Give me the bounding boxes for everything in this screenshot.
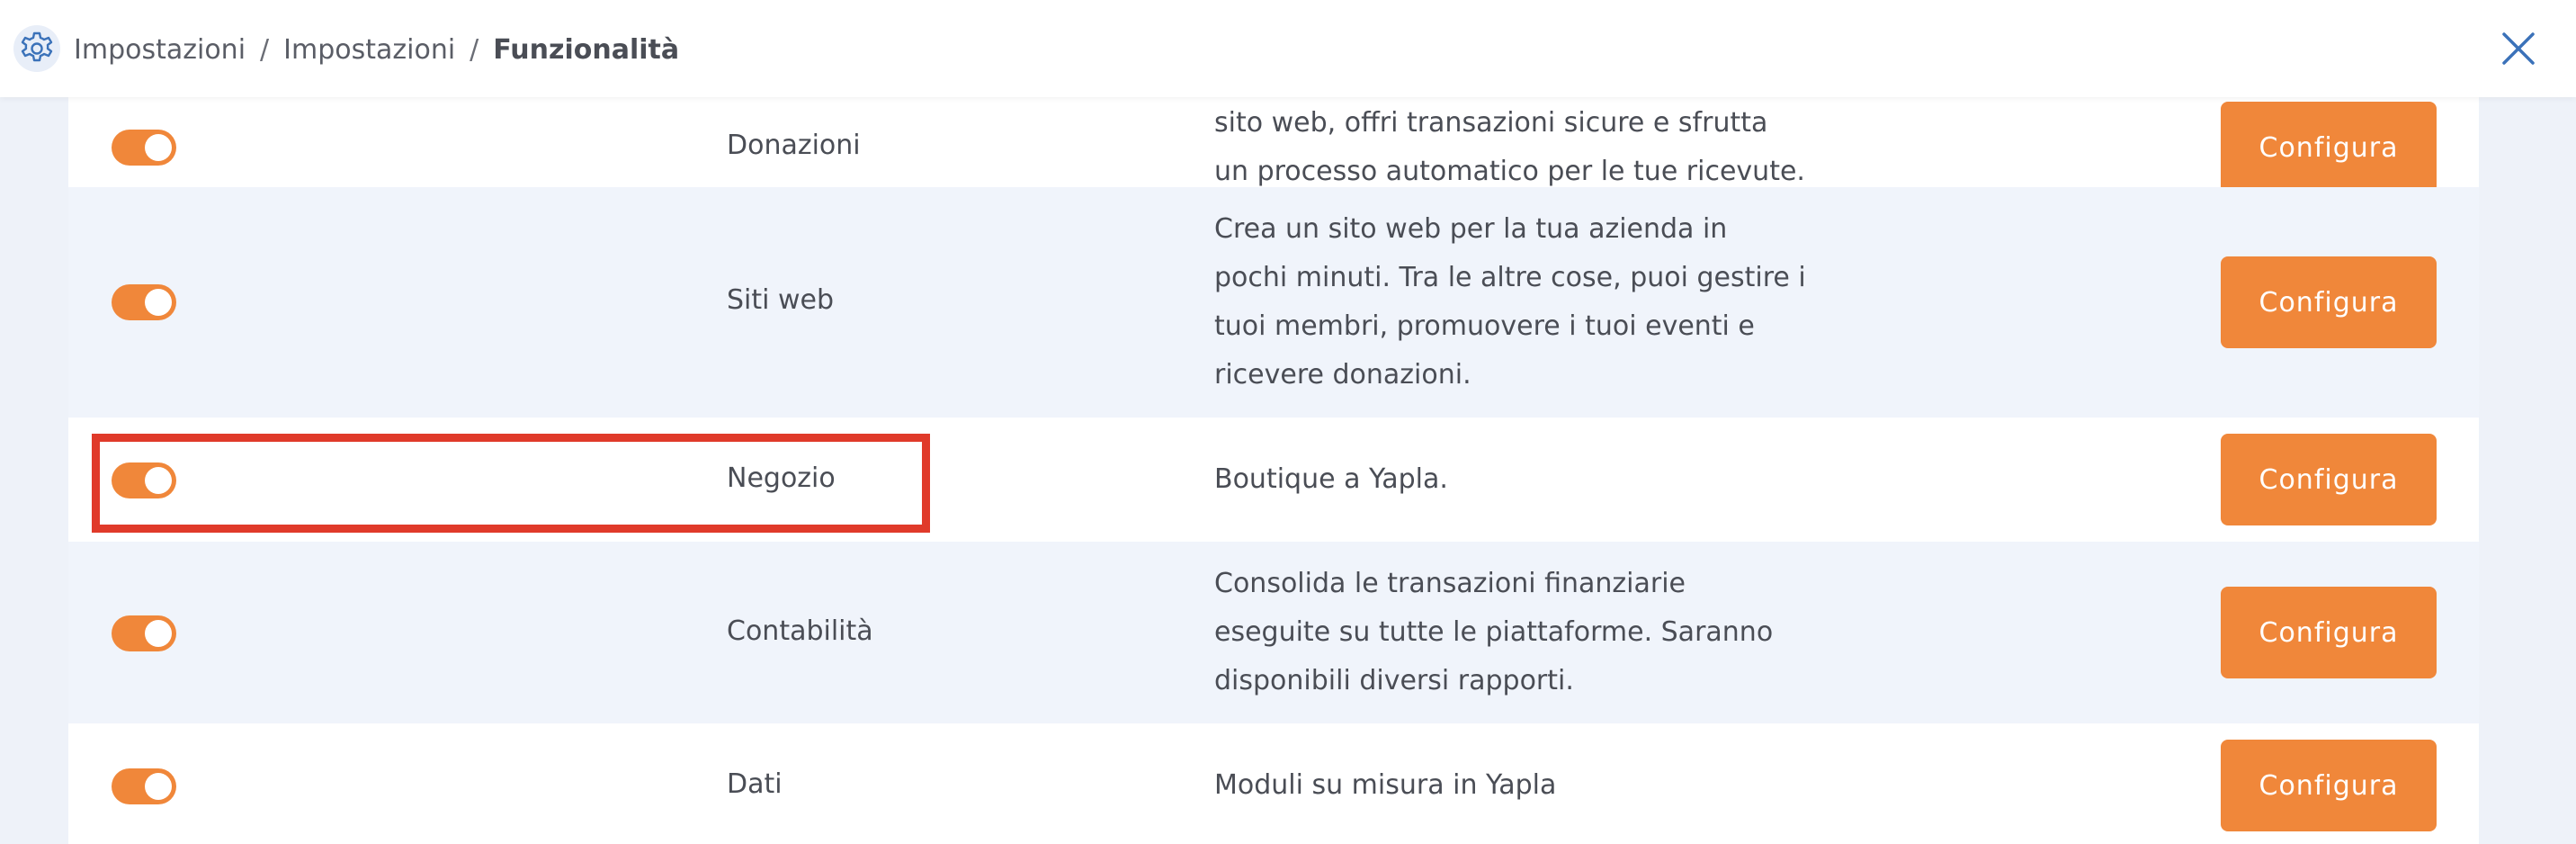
- feature-toggle-negozio[interactable]: [112, 462, 176, 498]
- breadcrumb-item-settings-sub[interactable]: Impostazioni: [283, 34, 455, 66]
- feature-toggle-dati[interactable]: [112, 768, 176, 804]
- gear-icon: [13, 25, 60, 72]
- table-row: Contabilità Consolida le transazioni fin…: [68, 542, 2479, 723]
- table-row: Negozio Boutique a Yapla. Configura: [68, 418, 2479, 542]
- breadcrumb-item-settings[interactable]: Impostazioni: [74, 34, 246, 66]
- feature-description: sito web, offri transazioni sicure e sfr…: [1214, 107, 1805, 187]
- configure-button-siti-web[interactable]: Configura: [2221, 256, 2437, 348]
- feature-description: Moduli su misura in Yapla: [1214, 769, 1557, 801]
- configure-button-contabilita[interactable]: Configura: [2221, 587, 2437, 678]
- top-bar: Impostazioni / Impostazioni / Funzionali…: [0, 0, 2576, 97]
- table-row: Dati Moduli su misura in Yapla Configura: [68, 723, 2479, 844]
- feature-name: Dati: [727, 768, 783, 800]
- configure-button-dati[interactable]: Configura: [2221, 740, 2437, 831]
- breadcrumb: Impostazioni / Impostazioni / Funzionali…: [74, 27, 679, 72]
- configure-button-negozio[interactable]: Configura: [2221, 434, 2437, 525]
- feature-description: Boutique a Yapla.: [1214, 463, 1448, 495]
- feature-name: Contabilità: [727, 615, 873, 647]
- table-row: Siti web Crea un sito web per la tua azi…: [68, 187, 2479, 418]
- feature-toggle-siti-web[interactable]: [112, 284, 176, 320]
- breadcrumb-current: Funzionalità: [493, 33, 680, 66]
- feature-name: Siti web: [727, 284, 835, 316]
- feature-name: Donazioni: [727, 130, 861, 161]
- features-table: Donazioni sito web, offri transazioni si…: [68, 97, 2479, 844]
- close-icon[interactable]: [2497, 27, 2540, 70]
- feature-toggle-contabilita[interactable]: [112, 615, 176, 651]
- feature-description: Consolida le transazioni finanziarie ese…: [1214, 568, 1774, 696]
- feature-name: Negozio: [727, 462, 836, 494]
- configure-button-donazioni[interactable]: Configura: [2221, 102, 2437, 193]
- breadcrumb-separator: /: [260, 33, 270, 66]
- breadcrumb-separator: /: [470, 33, 479, 66]
- feature-description: Crea un sito web per la tua azienda in p…: [1214, 213, 1806, 391]
- feature-toggle-donazioni[interactable]: [112, 130, 176, 166]
